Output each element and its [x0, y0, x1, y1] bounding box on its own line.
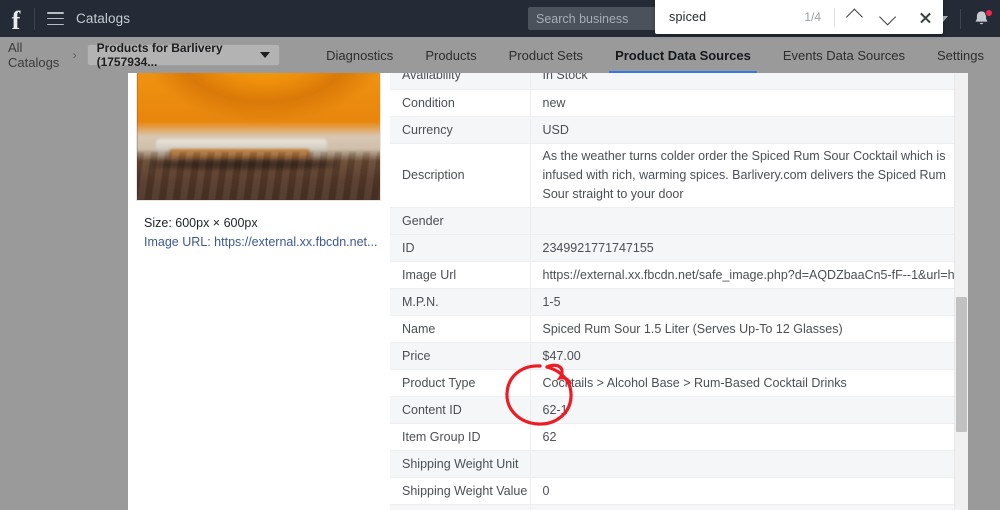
field-key: ID [390, 234, 531, 262]
field-key: Description [390, 143, 531, 208]
field-key: Name [390, 315, 531, 343]
field-key: Price [390, 342, 531, 370]
field-value: 2349921771747155 [530, 234, 968, 262]
field-value: 1-5 [530, 288, 968, 316]
field-key: M.P.N. [390, 288, 531, 316]
field-value: 62-1 [530, 396, 968, 424]
find-match-counter: 1/4 [804, 10, 821, 24]
field-value [530, 450, 968, 478]
product-image [136, 66, 381, 201]
field-value: 0 [530, 477, 968, 505]
catalog-nav-bar: All Catalogs › Products for Barlivery (1… [0, 37, 1000, 73]
product-fields-table: Availability In Stock Condition new Curr… [390, 62, 968, 510]
catalogs-section-label[interactable]: Catalogs [76, 11, 130, 26]
product-preview-pane: Size: 600px × 600px Image URL: https://e… [128, 62, 390, 510]
find-previous-button[interactable] [835, 0, 871, 34]
image-size-label: Size: 600px × 600px [144, 216, 258, 230]
table-row: Shipping Weight Value 0 [390, 477, 968, 505]
table-row: Description As the weather turns colder … [390, 143, 968, 208]
field-key: Item Group ID [390, 423, 531, 451]
tab-products[interactable]: Products [409, 37, 492, 73]
facebook-logo-icon[interactable]: f [0, 0, 30, 37]
table-row: Name Spiced Rum Sour 1.5 Liter (Serves U… [390, 315, 968, 343]
search-container [528, 7, 668, 30]
tab-product-sets[interactable]: Product Sets [493, 37, 599, 73]
field-key: Product Type [390, 369, 531, 397]
field-value: 1.5 Liter (Serves Up-To 12 Glasses) [530, 504, 968, 510]
table-row: Condition new [390, 89, 968, 117]
page-right-gutter [968, 62, 1000, 510]
catalog-selector-label: Products for Barlivery (1757934... [96, 41, 223, 69]
table-row: Image Url https://external.xx.fbcdn.net/… [390, 261, 968, 289]
field-key: Condition [390, 89, 531, 117]
close-icon [919, 11, 932, 24]
field-key: Shipping Weight Unit [390, 450, 531, 478]
field-key: Currency [390, 116, 531, 144]
field-value: https://external.xx.fbcdn.net/safe_image… [530, 261, 968, 289]
breadcrumb-all-catalogs[interactable]: All Catalogs [8, 40, 66, 70]
field-value: As the weather turns colder order the Sp… [530, 143, 968, 208]
field-value: $47.00 [530, 342, 968, 370]
search-input[interactable] [528, 7, 668, 30]
tab-product-data-sources[interactable]: Product Data Sources [599, 37, 767, 73]
tab-events-data-sources[interactable]: Events Data Sources [767, 37, 921, 73]
tab-settings[interactable]: Settings [921, 37, 1000, 73]
topbar-right-divider [960, 8, 961, 29]
table-row: ID 2349921771747155 [390, 234, 968, 262]
browser-find-bar: spiced 1/4 [655, 0, 943, 34]
table-row: Item Group ID 62 [390, 423, 968, 451]
hamburger-icon[interactable] [47, 12, 64, 25]
field-key: Content ID [390, 396, 531, 424]
image-metadata: Size: 600px × 600px Image URL: https://e… [136, 214, 390, 251]
table-row: Shipping Weight Unit [390, 450, 968, 478]
field-key: Image Url [390, 261, 531, 289]
field-value: Spiced Rum Sour 1.5 Liter (Serves Up-To … [530, 315, 968, 343]
notifications-button[interactable] [973, 8, 993, 28]
table-row: Price $47.00 [390, 342, 968, 370]
table-row: Product Type Cocktails > Alcohol Base > … [390, 369, 968, 397]
field-key: Shipping Weight Value [390, 477, 531, 505]
chevron-up-icon [845, 8, 863, 26]
product-fields-pane: Availability In Stock Condition new Curr… [390, 62, 968, 510]
find-close-button[interactable] [907, 0, 943, 34]
scrollbar-thumb[interactable] [956, 297, 967, 432]
field-key: Gender [390, 207, 531, 235]
topbar-divider [34, 7, 35, 30]
table-row: Gender [390, 207, 968, 235]
nav-tab-list: Diagnostics Products Product Sets Produc… [310, 37, 1000, 73]
breadcrumb-separator-icon: › [72, 48, 77, 62]
chevron-down-icon [879, 8, 897, 26]
product-detail-panel: Size: 600px × 600px Image URL: https://e… [128, 62, 968, 510]
field-value: new [530, 89, 968, 117]
table-scrollbar[interactable] [954, 62, 968, 510]
catalog-selector-dropdown[interactable]: Products for Barlivery (1757934... [86, 41, 281, 69]
facebook-logo-glyph: f [11, 5, 21, 35]
field-value [530, 207, 968, 235]
notification-badge [985, 8, 993, 17]
find-next-button[interactable] [871, 0, 907, 34]
field-key: Size [390, 504, 531, 510]
table-row: Size 1.5 Liter (Serves Up-To 12 Glasses) [390, 504, 968, 510]
field-value: Cocktails > Alcohol Base > Rum-Based Coc… [530, 369, 968, 397]
field-value: USD [530, 116, 968, 144]
table-row: M.P.N. 1-5 [390, 288, 968, 316]
table-row: Currency USD [390, 116, 968, 144]
table-row: Content ID 62-1 [390, 396, 968, 424]
chevron-down-icon [260, 52, 271, 58]
find-query-text[interactable]: spiced [655, 10, 804, 24]
field-value: 62 [530, 423, 968, 451]
tab-diagnostics[interactable]: Diagnostics [310, 37, 409, 73]
image-url-link[interactable]: Image URL: https://external.xx.fbcdn.net… [144, 233, 390, 251]
